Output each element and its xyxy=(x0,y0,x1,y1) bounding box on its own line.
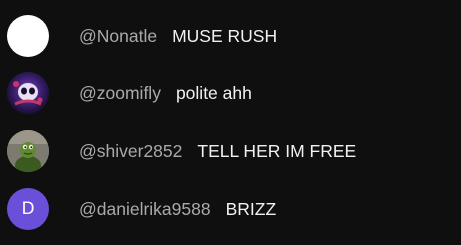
avatar[interactable] xyxy=(7,15,49,57)
chat-message: @Nonatle MUSE RUSH xyxy=(0,14,461,58)
message-line: @shiver2852 TELL HER IM FREE xyxy=(79,141,356,162)
message-text: MUSE RUSH xyxy=(172,25,278,46)
avatar-image xyxy=(7,130,49,172)
message-line: @Nonatle MUSE RUSH xyxy=(79,26,277,47)
avatar[interactable] xyxy=(7,72,49,114)
chat-message: @zoomifly polite ahh xyxy=(0,71,461,115)
avatar[interactable] xyxy=(7,130,49,172)
message-line: @danielrika9588 BRIZZ xyxy=(79,199,276,220)
message-text: polite ahh xyxy=(175,82,252,103)
avatar-image xyxy=(7,72,49,114)
author-name[interactable]: @shiver2852 xyxy=(79,141,182,162)
chat-message: @shiver2852 TELL HER IM FREE xyxy=(0,129,461,173)
avatar[interactable]: D xyxy=(7,188,49,230)
author-name[interactable]: @zoomifly xyxy=(79,83,161,104)
chat-panel: @Nonatle MUSE RUSH @zoomifly polite ahh … xyxy=(0,0,461,245)
message-text: TELL HER IM FREE xyxy=(197,140,357,161)
message-text: BRIZZ xyxy=(225,198,277,219)
author-name[interactable]: @danielrika9588 xyxy=(79,199,211,220)
message-line: @zoomifly polite ahh xyxy=(79,83,252,104)
author-name[interactable]: @Nonatle xyxy=(79,26,157,47)
chat-message: D @danielrika9588 BRIZZ xyxy=(0,187,461,231)
avatar-letter: D xyxy=(21,199,35,219)
